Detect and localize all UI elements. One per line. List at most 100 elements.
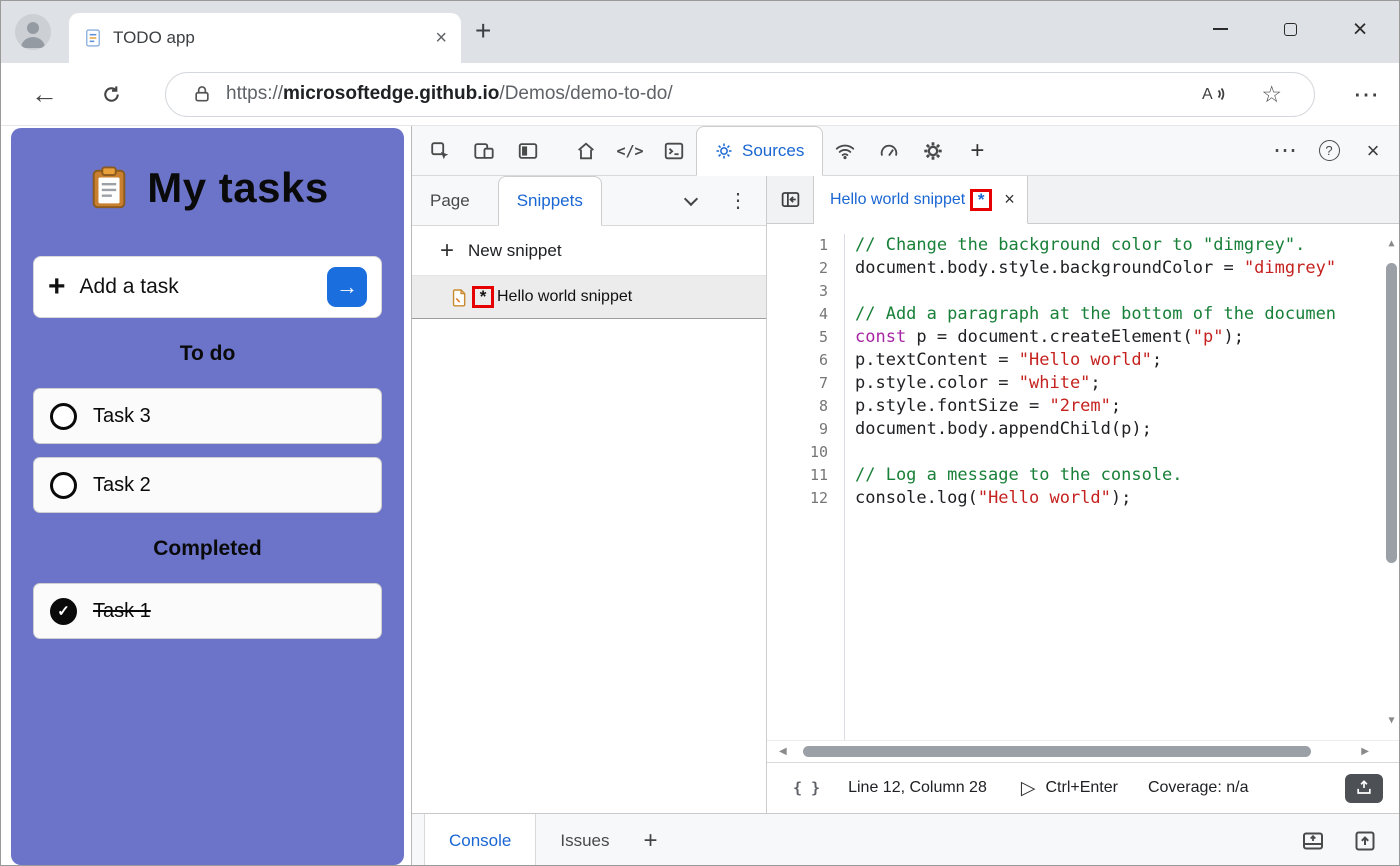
console-dock-icon [1301, 829, 1325, 853]
snippet-name: Hello world snippet [497, 288, 632, 306]
url-host: microsoftedge.github.io [283, 83, 499, 104]
scroll-left-arrow[interactable]: ◀ [779, 746, 787, 757]
drawer-tab-console[interactable]: Console [424, 814, 536, 866]
add-task-label: Add a task [80, 275, 313, 299]
more-options-button[interactable]: ⋯ [1263, 126, 1307, 176]
run-shortcut-label: Ctrl+Enter [1045, 779, 1117, 797]
editor-file-tab[interactable]: Hello world snippet * × [814, 176, 1028, 224]
editor-statusbar: { } Line 12, Column 28 ▷ Ctrl+Enter Cove… [767, 763, 1400, 813]
favorites-star-button[interactable]: ☆ [1261, 81, 1282, 108]
add-drawer-tab-button[interactable]: + [634, 814, 668, 866]
plus-icon: + [48, 270, 66, 304]
site-info-button[interactable] [192, 84, 212, 104]
close-icon: × [1353, 17, 1368, 42]
editor-pane: Hello world snippet * × 123456789101112 … [767, 176, 1400, 813]
task-label: Task 3 [93, 405, 151, 428]
minimize-icon [1213, 28, 1228, 30]
console-panel-button[interactable] [652, 126, 696, 176]
device-emulation-icon [473, 140, 495, 162]
hide-navigator-icon [780, 189, 801, 210]
console-sidebar-button[interactable] [1301, 829, 1325, 853]
code-editor[interactable]: 123456789101112 // Change the background… [767, 224, 1400, 740]
kebab-menu-icon[interactable]: ⋮ [728, 188, 748, 213]
drawer-tab-issues[interactable]: Issues [536, 814, 633, 866]
help-button[interactable]: ? [1307, 126, 1351, 176]
minimize-button[interactable] [1185, 1, 1255, 57]
task-item[interactable]: ✓Task 1 [33, 583, 382, 639]
inspect-button[interactable] [418, 126, 462, 176]
close-tab-icon[interactable]: × [1004, 189, 1015, 210]
scroll-down-arrow[interactable]: ▼ [1388, 709, 1394, 732]
new-snippet-button[interactable]: + New snippet [412, 226, 766, 276]
code-line: // Add a paragraph at the bottom of the … [855, 303, 1400, 326]
profile-avatar[interactable] [15, 14, 51, 50]
maximize-icon [1284, 23, 1297, 36]
scroll-right-arrow[interactable]: ▶ [1361, 746, 1369, 757]
snippet-list-item[interactable]: * Hello world snippet [412, 276, 766, 319]
deploy-button[interactable] [1345, 774, 1383, 803]
code-line: // Log a message to the console. [855, 464, 1400, 487]
scroll-up-arrow[interactable]: ▲ [1388, 232, 1394, 255]
inspect-icon [429, 140, 451, 162]
close-window-button[interactable]: × [1325, 1, 1395, 57]
sources-panel-tab[interactable]: Sources [696, 126, 823, 176]
browser-tab[interactable]: TODO app × [69, 13, 461, 63]
unchecked-circle-icon[interactable] [50, 403, 77, 430]
sources-icon [715, 142, 733, 160]
network-panel-button[interactable] [823, 126, 867, 176]
url-path: /Demos/demo-to-do/ [499, 83, 672, 104]
horizontal-scrollbar[interactable]: ◀ ▶ [767, 740, 1400, 763]
tab-snippets[interactable]: Snippets [498, 176, 602, 226]
editor-gutter: 123456789101112 [767, 234, 845, 740]
tab-close-icon[interactable]: × [435, 27, 447, 50]
pretty-print-icon[interactable]: { } [793, 779, 820, 797]
snippets-tab-label: Snippets [517, 191, 583, 211]
tab-page[interactable]: Page [412, 191, 488, 211]
line-number: 9 [767, 418, 828, 441]
vertical-scrollbar[interactable]: ▲ ▼ [1382, 224, 1400, 740]
browser-menu-button[interactable]: ⋯ [1353, 79, 1379, 110]
horizontal-scroll-thumb[interactable] [803, 746, 1311, 757]
plus-icon: + [440, 237, 454, 265]
tab-favicon [83, 28, 103, 48]
sources-navigator: Page Snippets ⋮ + New snippet [412, 176, 767, 813]
vertical-scroll-thumb[interactable] [1386, 263, 1397, 563]
elements-panel-button[interactable]: </> [608, 126, 652, 176]
toggle-navigator-button[interactable] [767, 176, 814, 223]
url-scheme: https:// [226, 83, 283, 104]
new-tab-button[interactable]: + [475, 15, 491, 47]
performance-panel-button[interactable] [867, 126, 911, 176]
line-number: 5 [767, 326, 828, 349]
code-line: const p = document.createElement("p"); [855, 326, 1400, 349]
add-task-input[interactable]: + Add a task → [33, 256, 382, 318]
settings-button[interactable] [911, 126, 955, 176]
expand-drawer-button[interactable] [1353, 829, 1377, 853]
line-number: 1 [767, 234, 828, 257]
unchecked-circle-icon[interactable] [50, 472, 77, 499]
todo-sections: To doTask 3Task 2Completed✓Task 1 [33, 342, 382, 639]
maximize-button[interactable] [1255, 1, 1325, 57]
task-item[interactable]: Task 2 [33, 457, 382, 513]
task-item[interactable]: Task 3 [33, 388, 382, 444]
unsaved-indicator: * [480, 287, 487, 307]
new-snippet-label: New snippet [468, 241, 562, 261]
lock-icon [192, 84, 212, 104]
reload-button[interactable] [100, 83, 123, 106]
address-bar[interactable]: https://microsoftedge.github.io/Demos/de… [165, 72, 1315, 117]
add-tools-button[interactable]: + [955, 126, 999, 176]
editor-tabbar: Hello world snippet * × [767, 176, 1400, 224]
welcome-home-button[interactable] [564, 126, 608, 176]
issues-tab-label: Issues [560, 831, 609, 851]
read-aloud-button[interactable]: A [1200, 82, 1226, 106]
gear-icon [922, 140, 944, 162]
device-emulation-button[interactable] [462, 126, 506, 176]
line-number: 6 [767, 349, 828, 372]
close-devtools-button[interactable]: × [1351, 126, 1395, 176]
back-button[interactable]: ← [31, 79, 58, 110]
chevron-down-icon[interactable] [684, 191, 698, 205]
console-tab-label: Console [449, 831, 511, 851]
checked-circle-icon[interactable]: ✓ [50, 598, 77, 625]
run-snippet-icon[interactable]: ▷ [1021, 777, 1036, 800]
dock-side-button[interactable] [506, 126, 550, 176]
submit-task-button[interactable]: → [327, 267, 367, 307]
